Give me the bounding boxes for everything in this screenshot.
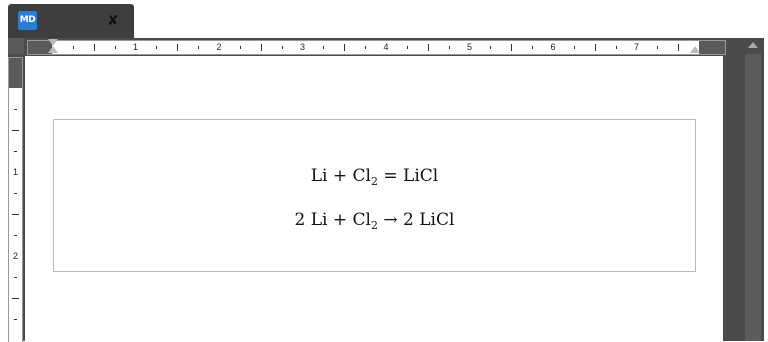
ruler-tick: [14, 319, 17, 320]
eq1-subscript: 2: [371, 175, 378, 188]
ruler-tick: [490, 46, 492, 49]
ruler-number: 4: [383, 42, 389, 52]
ruler-tick: [239, 46, 241, 49]
ruler-right-margin: [699, 41, 725, 54]
ruler-number: 2: [12, 251, 18, 261]
ruler-tick: [511, 44, 513, 51]
ruler-tick: [14, 277, 17, 278]
document-page[interactable]: Li + Cl2 = LiCl 2 Li + Cl2 → 2 LiCl: [25, 56, 723, 341]
first-line-indent-marker[interactable]: [48, 39, 58, 46]
ruler-tick: [260, 44, 262, 51]
horizontal-ruler[interactable]: 1 2 3 4 5 6 7: [27, 40, 726, 55]
ruler-number: 1: [12, 167, 18, 177]
ruler-tick: [12, 298, 19, 299]
document-tab[interactable]: MD ✘: [8, 4, 134, 38]
ruler-tick: [594, 44, 596, 51]
eq2-right: → 2 LiCl: [378, 210, 455, 230]
ruler-number: 3: [299, 42, 305, 52]
ruler-number: 1: [132, 42, 138, 52]
ruler-tick: [14, 109, 17, 110]
ruler-tick: [14, 193, 17, 194]
ruler-number: 7: [633, 42, 639, 52]
right-indent-marker[interactable]: [690, 46, 700, 53]
ruler-tick: [323, 46, 325, 49]
ruler-tick: [448, 46, 450, 49]
ruler-tick: [532, 46, 534, 49]
ruler-tick: [72, 46, 74, 49]
equation-line-1: Li + Cl2 = LiCl: [54, 166, 695, 188]
ruler-top-margin: [9, 58, 22, 88]
ruler-tick: [657, 46, 659, 49]
ruler-tick: [344, 44, 346, 51]
eq2-left: 2 Li + Cl: [294, 210, 371, 230]
eq1-right: = LiCl: [378, 166, 439, 186]
ruler-tick: [678, 44, 680, 51]
vertical-ruler[interactable]: 12: [8, 57, 23, 342]
ruler-tick: [406, 46, 408, 49]
ruler-number: 6: [550, 42, 556, 52]
ruler-number: 2: [216, 42, 222, 52]
ruler-tick: [93, 44, 95, 51]
ruler-tick: [12, 214, 19, 215]
eq2-subscript: 2: [371, 219, 378, 232]
ruler-tick: [427, 44, 429, 51]
ruler-tick: [12, 130, 19, 131]
ruler-corner: [8, 38, 24, 54]
eq1-left: Li + Cl: [310, 166, 371, 186]
scroll-track[interactable]: [745, 54, 761, 341]
ruler-number: 5: [466, 42, 472, 52]
ruler-tick: [365, 46, 367, 49]
equation-line-2: 2 Li + Cl2 → 2 LiCl: [54, 210, 695, 232]
ruler-tick: [14, 151, 17, 152]
pin-icon[interactable]: ✘: [103, 11, 123, 31]
ruler-tick: [615, 46, 617, 49]
scroll-up-arrow-icon[interactable]: [748, 42, 758, 48]
ruler-tick: [156, 46, 158, 49]
ruler-tick: [198, 46, 200, 49]
ruler-tick: [14, 235, 17, 236]
ruler-tick: [114, 46, 116, 49]
left-indent-marker[interactable]: [48, 46, 58, 53]
ruler-tick: [573, 46, 575, 49]
markdown-app-icon: MD: [18, 11, 37, 30]
equation-box[interactable]: Li + Cl2 = LiCl 2 Li + Cl2 → 2 LiCl: [53, 119, 696, 272]
vertical-scrollbar[interactable]: [742, 38, 764, 341]
ruler-tick: [177, 44, 179, 51]
ruler-tick: [281, 46, 283, 49]
